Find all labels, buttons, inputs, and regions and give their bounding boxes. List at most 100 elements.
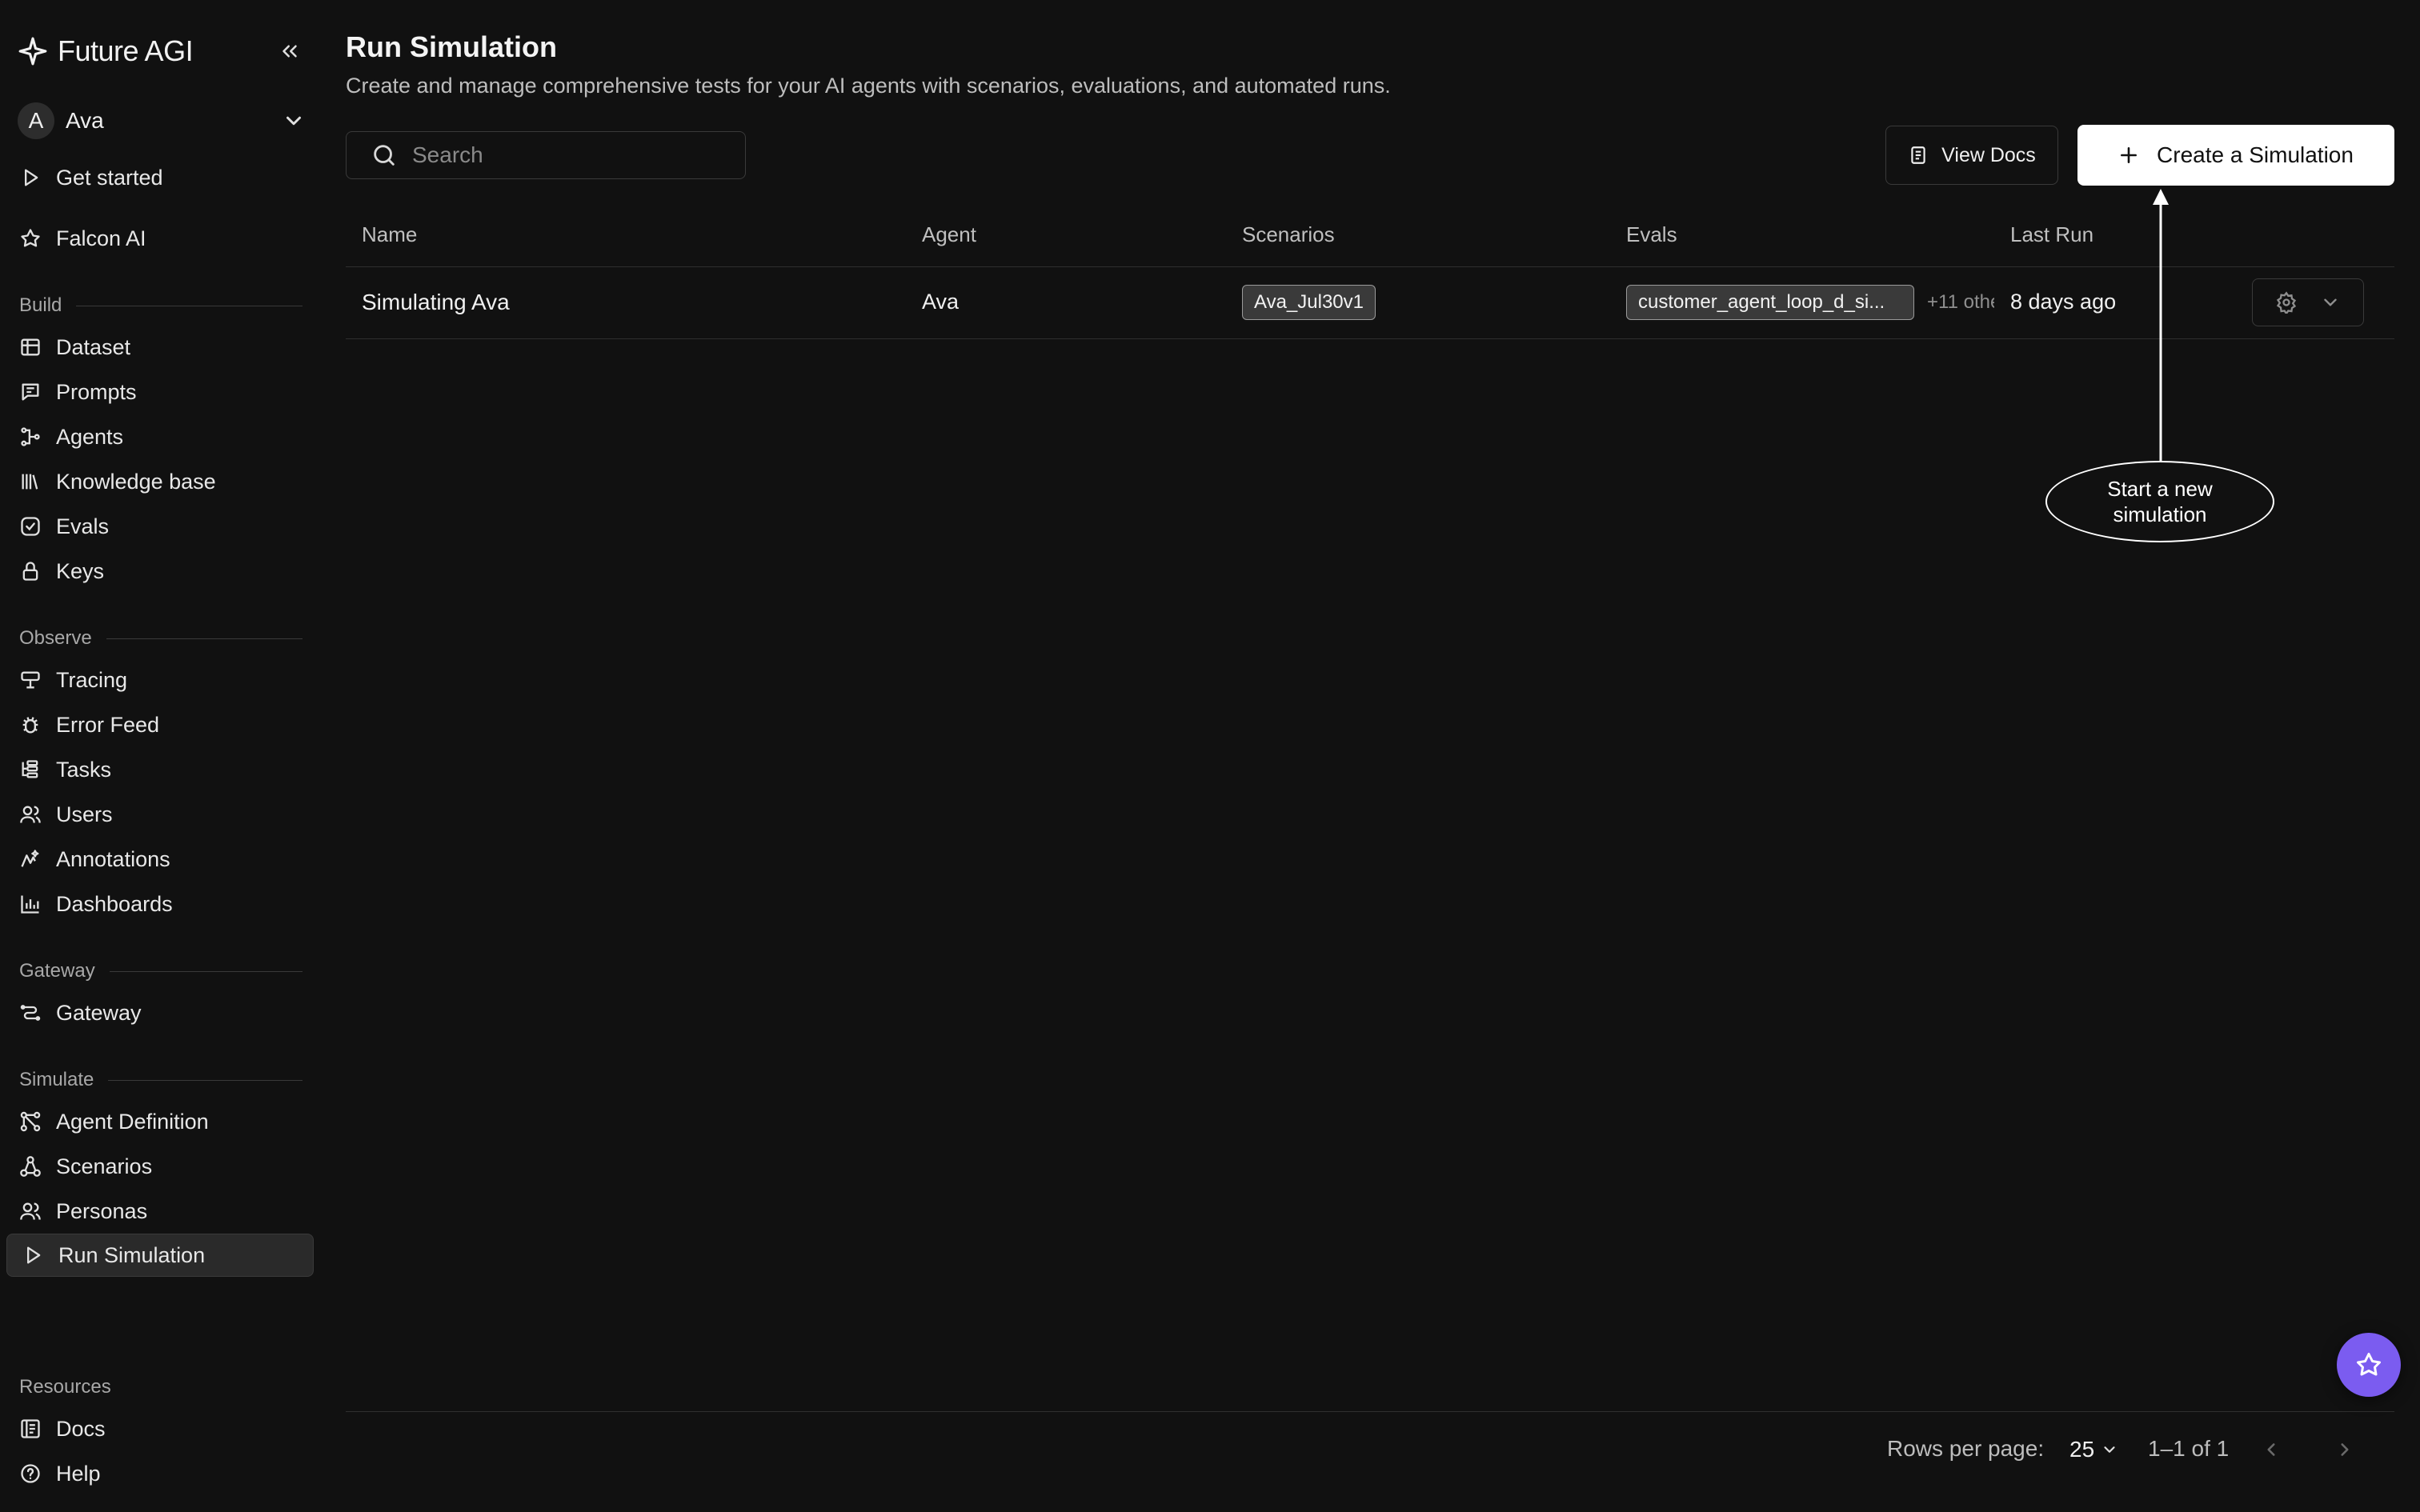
sidebar-item-users[interactable]: Users bbox=[18, 797, 314, 832]
sidebar-item-dashboards[interactable]: Dashboards bbox=[18, 886, 314, 922]
table-row[interactable]: Simulating Ava Ava Ava_Jul30v1 customer_… bbox=[346, 267, 2394, 339]
sidebar-item-label: Agent Definition bbox=[56, 1109, 209, 1134]
plus-icon bbox=[2118, 145, 2139, 166]
scenarios-icon bbox=[18, 1154, 43, 1179]
sidebar-item-label: Scenarios bbox=[56, 1154, 153, 1178]
rows-per-page-label: Rows per page: bbox=[1887, 1436, 2045, 1461]
sidebar-item-personas[interactable]: Personas bbox=[18, 1194, 314, 1229]
play-icon bbox=[18, 165, 43, 190]
sidebar-item-label: Dataset bbox=[56, 334, 131, 359]
sidebar-item-label: Tracing bbox=[56, 667, 128, 692]
future-agi-logo-icon bbox=[18, 36, 48, 66]
chevron-down-icon bbox=[282, 109, 306, 133]
library-icon bbox=[18, 469, 43, 494]
sidebar-item-prompts[interactable]: Prompts bbox=[18, 374, 314, 410]
sidebar-item-evals[interactable]: Evals bbox=[18, 509, 314, 544]
row-name: Simulating Ava bbox=[362, 290, 510, 314]
workspace-name: Ava bbox=[66, 108, 104, 133]
eval-more-count: +11 others bbox=[1927, 291, 1994, 313]
next-page-button[interactable] bbox=[2329, 1434, 2361, 1466]
rows-per-page-value: 25 bbox=[2069, 1437, 2095, 1462]
sidebar-item-label: Users bbox=[56, 802, 113, 826]
page-title: Run Simulation bbox=[346, 30, 557, 63]
sidebar-item-keys[interactable]: Keys bbox=[18, 554, 314, 589]
sidebar-item-dataset[interactable]: Dataset bbox=[18, 330, 314, 365]
sidebar-item-label: Personas bbox=[56, 1198, 148, 1223]
pagination-range: 1–1 of 1 bbox=[2148, 1436, 2230, 1461]
sidebar-item-knowledge-base[interactable]: Knowledge base bbox=[18, 464, 314, 499]
gear-icon bbox=[2275, 291, 2298, 314]
help-icon bbox=[18, 1461, 43, 1486]
check-circle-icon bbox=[18, 514, 43, 539]
sidebar-item-label: Dashboards bbox=[56, 891, 173, 916]
sidebar-item-label: Run Simulation bbox=[58, 1242, 206, 1267]
sidebar-item-annotations[interactable]: Annotations bbox=[18, 842, 314, 877]
search-icon bbox=[371, 142, 398, 169]
gateway-icon bbox=[18, 1000, 43, 1026]
sidebar: Future AGI A Ava Get started Falcon AI B… bbox=[0, 0, 328, 1512]
column-header-last-run[interactable]: Last Run bbox=[2010, 222, 2093, 247]
section-label-build: Build bbox=[19, 294, 302, 317]
sidebar-item-agent-definition[interactable]: Agent Definition bbox=[18, 1104, 314, 1139]
annotation-line-2: simulation bbox=[2113, 502, 2207, 526]
users-icon bbox=[18, 1198, 43, 1224]
bar-chart-icon bbox=[18, 891, 43, 917]
previous-page-button[interactable] bbox=[2255, 1434, 2287, 1466]
prompt-icon bbox=[18, 379, 43, 405]
annotation-arrow bbox=[2153, 189, 2169, 461]
chevron-down-icon bbox=[2101, 1441, 2118, 1458]
row-agent: Ava bbox=[922, 290, 960, 314]
sidebar-item-label: Gateway bbox=[56, 1000, 142, 1025]
tracing-icon bbox=[18, 667, 43, 693]
workspace-switcher[interactable]: A Ava bbox=[18, 101, 306, 141]
sidebar-item-label: Knowledge base bbox=[56, 469, 216, 494]
row-actions-menu[interactable] bbox=[2252, 278, 2364, 326]
play-icon bbox=[20, 1242, 46, 1268]
chevron-down-icon bbox=[2320, 292, 2341, 313]
sidebar-item-agents[interactable]: Agents bbox=[18, 419, 314, 454]
falcon-assistant-button[interactable] bbox=[2337, 1333, 2401, 1397]
eval-chip: customer_agent_loop_d_si... bbox=[1626, 285, 1914, 320]
sidebar-item-get-started[interactable]: Get started bbox=[18, 160, 314, 195]
create-simulation-button[interactable]: Create a Simulation bbox=[2077, 125, 2394, 186]
sidebar-item-label: Tasks bbox=[56, 757, 112, 782]
sidebar-item-label: Get started bbox=[56, 165, 163, 190]
annotation-callout: Start a new simulation bbox=[2045, 461, 2274, 542]
table-header: Name Agent Scenarios Evals Last Run bbox=[346, 216, 2394, 267]
sidebar-item-tracing[interactable]: Tracing bbox=[18, 662, 314, 698]
column-header-scenarios[interactable]: Scenarios bbox=[1242, 222, 1335, 247]
view-docs-button[interactable]: View Docs bbox=[1885, 126, 2058, 185]
docs-icon bbox=[18, 1416, 43, 1442]
sidebar-item-label: Evals bbox=[56, 514, 110, 538]
column-header-name[interactable]: Name bbox=[362, 222, 417, 247]
brand-name: Future AGI bbox=[58, 34, 194, 67]
double-chevron-left-icon bbox=[282, 45, 297, 58]
sidebar-item-label: Help bbox=[56, 1461, 101, 1486]
workflow-icon bbox=[18, 1109, 43, 1134]
section-label-gateway: Gateway bbox=[19, 960, 302, 982]
sidebar-item-help[interactable]: Help bbox=[18, 1456, 314, 1491]
sidebar-item-label: Annotations bbox=[56, 846, 170, 871]
sidebar-item-gateway[interactable]: Gateway bbox=[18, 995, 314, 1030]
bug-icon bbox=[18, 712, 43, 738]
column-header-agent[interactable]: Agent bbox=[922, 222, 976, 247]
falcon-icon bbox=[18, 226, 43, 251]
sidebar-item-tasks[interactable]: Tasks bbox=[18, 752, 314, 787]
sidebar-item-error-feed[interactable]: Error Feed bbox=[18, 707, 314, 742]
sidebar-item-run-simulation[interactable]: Run Simulation bbox=[6, 1234, 314, 1277]
sidebar-item-label: Agents bbox=[56, 424, 124, 449]
sidebar-item-scenarios[interactable]: Scenarios bbox=[18, 1149, 314, 1184]
page-subtitle: Create and manage comprehensive tests fo… bbox=[346, 74, 1391, 98]
collapse-sidebar-button[interactable] bbox=[274, 35, 306, 67]
sidebar-item-falcon-ai[interactable]: Falcon AI bbox=[18, 221, 314, 256]
chevron-left-icon bbox=[2267, 1443, 2275, 1456]
brand-logo[interactable]: Future AGI bbox=[18, 29, 306, 74]
search-input[interactable] bbox=[411, 142, 731, 169]
annotations-icon bbox=[18, 846, 43, 872]
column-header-evals[interactable]: Evals bbox=[1626, 222, 1677, 247]
document-icon bbox=[1908, 145, 1929, 166]
tasks-icon bbox=[18, 757, 43, 782]
rows-per-page-select[interactable]: 25 bbox=[2069, 1432, 2118, 1467]
sidebar-item-docs[interactable]: Docs bbox=[18, 1411, 314, 1446]
section-label-observe: Observe bbox=[19, 627, 302, 650]
